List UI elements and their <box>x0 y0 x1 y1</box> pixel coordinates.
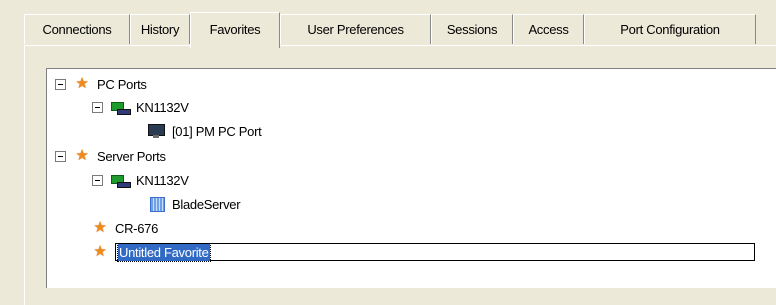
tab-sessions[interactable]: Sessions <box>431 14 513 44</box>
selected-text: Untitled Favorite <box>117 242 211 262</box>
star-icon: ★ <box>75 75 89 92</box>
tree-node-pc-ports[interactable]: ★ PC Ports <box>55 73 147 95</box>
favorites-tree[interactable]: ★ PC Ports KN1132V [01] PM PC Port ★ Ser… <box>46 68 776 288</box>
tab-bar: Connections History Favorites User Prefe… <box>24 12 776 48</box>
kvm-switch-icon <box>111 100 131 115</box>
tab-favorites[interactable]: Favorites <box>190 12 280 48</box>
rename-input[interactable]: Untitled Favorite <box>115 242 755 262</box>
collapse-icon[interactable] <box>92 174 103 186</box>
tree-node-label: PC Ports <box>97 76 147 92</box>
tab-access[interactable]: Access <box>513 14 584 44</box>
star-icon: ★ <box>93 243 107 260</box>
kvm-switch-icon <box>111 173 131 188</box>
collapse-icon[interactable] <box>55 150 66 162</box>
tree-node-pc-port[interactable]: [01] PM PC Port <box>147 120 262 142</box>
tree-node-label: KN1132V <box>136 99 189 115</box>
tab-port-configuration[interactable]: Port Configuration <box>584 14 756 44</box>
tree-node-untitled-favorite[interactable]: ★ Untitled Favorite <box>92 241 755 263</box>
tree-node-label: CR-676 <box>115 220 158 236</box>
tab-connections[interactable]: Connections <box>24 14 130 44</box>
tab-history[interactable]: History <box>130 14 190 44</box>
tree-node-label: KN1132V <box>136 172 189 188</box>
tree-node-label: BladeServer <box>172 196 241 212</box>
star-icon: ★ <box>93 219 107 236</box>
blade-server-icon <box>150 196 165 212</box>
collapse-icon[interactable] <box>92 101 103 113</box>
tree-node-cr-676[interactable]: ★ CR-676 <box>92 217 158 239</box>
monitor-icon <box>147 123 165 139</box>
tree-node-label: Server Ports <box>97 148 166 164</box>
tree-node-label: [01] PM PC Port <box>172 123 262 139</box>
tree-node-kvm-switch[interactable]: KN1132V <box>92 96 189 118</box>
tree-node-kvm-switch[interactable]: KN1132V <box>92 169 189 191</box>
tab-user-preferences[interactable]: User Preferences <box>280 14 431 44</box>
star-icon: ★ <box>75 147 89 164</box>
tree-node-blade-server[interactable]: BladeServer <box>150 193 241 215</box>
collapse-icon[interactable] <box>55 78 66 90</box>
tree-node-server-ports[interactable]: ★ Server Ports <box>55 145 166 167</box>
